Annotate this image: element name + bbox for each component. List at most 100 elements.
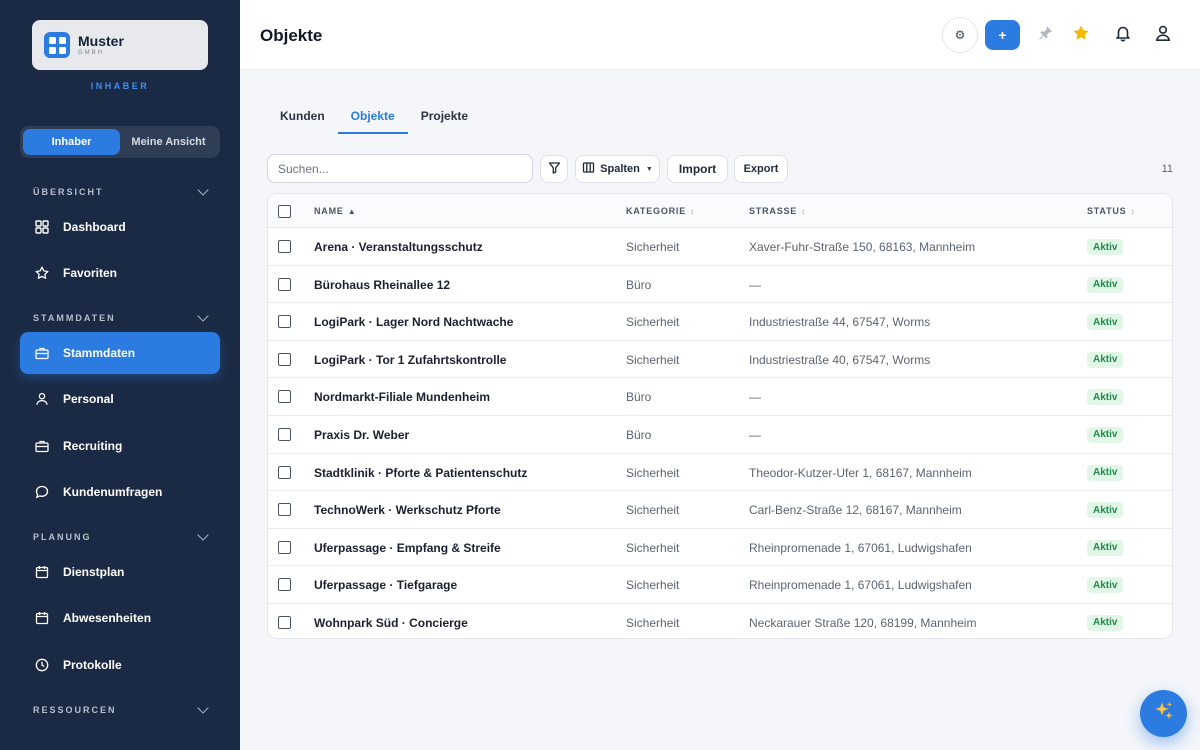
row-checkbox[interactable]	[278, 615, 291, 629]
column-street-label: STRASSE	[749, 206, 798, 216]
object-category: Büro	[626, 390, 652, 405]
sidebar-item-dienstplan[interactable]: Dienstplan	[20, 551, 220, 593]
row-checkbox[interactable]	[278, 540, 291, 554]
grid-icon	[35, 220, 49, 234]
chat-icon	[35, 485, 49, 499]
object-category: Büro	[626, 427, 652, 442]
sidebar-item-kundenumfragen[interactable]: Kundenumfragen	[20, 471, 220, 513]
status-badge: Aktiv	[1087, 389, 1124, 406]
column-status-label: STATUS	[1087, 206, 1127, 216]
import-button[interactable]: Import	[667, 155, 728, 183]
section-planning[interactable]: PLANUNG	[33, 529, 209, 542]
sidebar-item-recruiting[interactable]: Recruiting	[20, 425, 220, 467]
row-checkbox[interactable]	[278, 465, 291, 479]
object-name[interactable]: Bürohaus Rheinallee 12	[314, 278, 450, 292]
select-all-checkbox[interactable]	[278, 205, 291, 218]
column-status-header[interactable]: STATUS ↕	[1087, 206, 1135, 216]
row-checkbox[interactable]	[278, 503, 291, 517]
company-logo[interactable]: Muster GMBH	[32, 20, 208, 70]
status-badge: Aktiv	[1087, 502, 1124, 519]
logo-icon	[44, 32, 70, 58]
column-category-header[interactable]: KATEGORIE ↕	[626, 206, 695, 216]
sidebar-item-abwesenheiten[interactable]: Abwesenheiten	[20, 597, 220, 639]
row-checkbox[interactable]	[278, 352, 291, 366]
table-row[interactable]: LogiPark · Tor 1 Zufahrtskontrolle Sicher…	[268, 341, 1172, 379]
table-row[interactable]: Arena · Veranstaltungsschutz Sicherheit Xa…	[268, 228, 1172, 266]
object-category: Sicherheit	[626, 315, 680, 330]
clock-icon	[35, 658, 49, 672]
table-row[interactable]: Uferpassage · Empfang & Streife Sicherhei…	[268, 529, 1172, 567]
table-row[interactable]: Stadtklinik · Pforte & Patientenschutz Si…	[268, 454, 1172, 492]
sidebar-item-label: Favoriten	[63, 266, 118, 280]
notifications-button[interactable]	[1105, 17, 1141, 53]
tab-objekte[interactable]: Objekte	[337, 100, 408, 134]
table-row[interactable]: TechnoWerk · Werkschutz Pforte Sicherheit…	[268, 491, 1172, 529]
export-button[interactable]: Export	[734, 155, 788, 183]
object-name[interactable]: Stadtklinik · Pforte & Patientenschutz	[314, 466, 527, 480]
sidebar: Muster GMBH INHABER Inhaber Meine Ansich…	[0, 0, 240, 750]
column-street-header[interactable]: STRASSE ↕	[749, 206, 806, 216]
columns-button[interactable]: Spalten ▼	[575, 155, 660, 183]
add-button[interactable]: +	[985, 20, 1020, 50]
tab-projekte[interactable]: Projekte	[408, 100, 481, 134]
table-row[interactable]: Bürohaus Rheinallee 12 Büro — Aktiv	[268, 266, 1172, 304]
row-checkbox[interactable]	[278, 240, 291, 253]
search-input[interactable]	[267, 154, 533, 183]
sidebar-item-label: Abwesenheiten	[63, 611, 152, 625]
settings-button[interactable]: ⚙	[942, 17, 978, 53]
object-name[interactable]: Arena · Veranstaltungsschutz	[314, 240, 483, 254]
row-checkbox[interactable]	[278, 315, 291, 329]
tab-kunden[interactable]: Kunden	[267, 100, 338, 134]
column-name-header[interactable]: NAME ▲	[314, 206, 356, 216]
sidebar-item-protokolle[interactable]: Protokolle	[20, 644, 220, 686]
object-name[interactable]: Uferpassage · Tiefgarage	[314, 578, 457, 592]
object-name[interactable]: Uferpassage · Empfang & Streife	[314, 541, 501, 555]
object-name[interactable]: Wohnpark Süd · Concierge	[314, 616, 468, 630]
section-resources[interactable]: RESSOURCEN	[33, 702, 209, 715]
row-checkbox[interactable]	[278, 578, 291, 592]
object-name[interactable]: Praxis Dr. Weber	[314, 428, 409, 442]
sort-icon: ↕	[1130, 206, 1136, 216]
object-category: Sicherheit	[626, 465, 680, 480]
calendar-icon	[35, 611, 49, 625]
briefcase-icon	[35, 346, 49, 360]
users-icon	[35, 392, 49, 406]
object-street: —	[749, 390, 761, 405]
section-master[interactable]: STAMMDATEN	[33, 310, 209, 323]
object-category: Sicherheit	[626, 615, 680, 630]
sidebar-item-stammdaten[interactable]: Stammdaten	[20, 332, 220, 374]
columns-label: Spalten	[600, 163, 640, 175]
object-street: Xaver-Fuhr-Straße 150, 68163, Mannheim	[749, 240, 976, 254]
columns-icon	[582, 161, 595, 177]
object-name[interactable]: Nordmarkt-Filiale Mundenheim	[314, 390, 490, 404]
sidebar-item-favoriten[interactable]: Favoriten	[20, 252, 220, 294]
row-checkbox[interactable]	[278, 427, 291, 441]
object-street: Theodor-Kutzer-Ufer 1, 68167, Mannheim	[749, 465, 972, 480]
table-row[interactable]: LogiPark · Lager Nord Nachtwache Sicherhe…	[268, 303, 1172, 341]
row-checkbox[interactable]	[278, 390, 291, 404]
object-category: Sicherheit	[626, 240, 680, 254]
object-name[interactable]: TechnoWerk · Werkschutz Pforte	[314, 503, 501, 517]
table-row[interactable]: Wohnpark Süd · Concierge Sicherheit Neckar…	[268, 604, 1172, 638]
row-checkbox[interactable]	[278, 277, 291, 291]
assistant-button[interactable]	[1140, 690, 1187, 737]
table-row[interactable]: Uferpassage · Tiefgarage Sicherheit Rheinp…	[268, 566, 1172, 604]
pin-button[interactable]	[1027, 17, 1063, 53]
object-name[interactable]: LogiPark · Tor 1 Zufahrtskontrolle	[314, 353, 506, 367]
table-row[interactable]: Praxis Dr. Weber Büro — Aktiv	[268, 416, 1172, 454]
sparkle-icon	[1153, 700, 1175, 727]
sidebar-item-personal[interactable]: Personal	[20, 378, 220, 420]
status-badge: Aktiv	[1087, 276, 1124, 293]
profile-button[interactable]	[1145, 17, 1181, 53]
view-toggle-owner[interactable]: Inhaber	[23, 129, 120, 155]
view-toggle: Inhaber Meine Ansicht	[20, 126, 220, 158]
filter-button[interactable]	[540, 155, 568, 183]
view-toggle-mine[interactable]: Meine Ansicht	[120, 129, 217, 155]
sidebar-item-dashboard[interactable]: Dashboard	[20, 206, 220, 248]
section-overview[interactable]: ÜBERSICHT	[33, 184, 209, 197]
favorite-button[interactable]	[1063, 17, 1099, 53]
table-row[interactable]: Nordmarkt-Filiale Mundenheim Büro — Aktiv	[268, 378, 1172, 416]
object-street: Industriestraße 40, 67547, Worms	[749, 352, 931, 367]
star-icon	[1072, 24, 1090, 47]
object-name[interactable]: LogiPark · Lager Nord Nachtwache	[314, 315, 513, 329]
